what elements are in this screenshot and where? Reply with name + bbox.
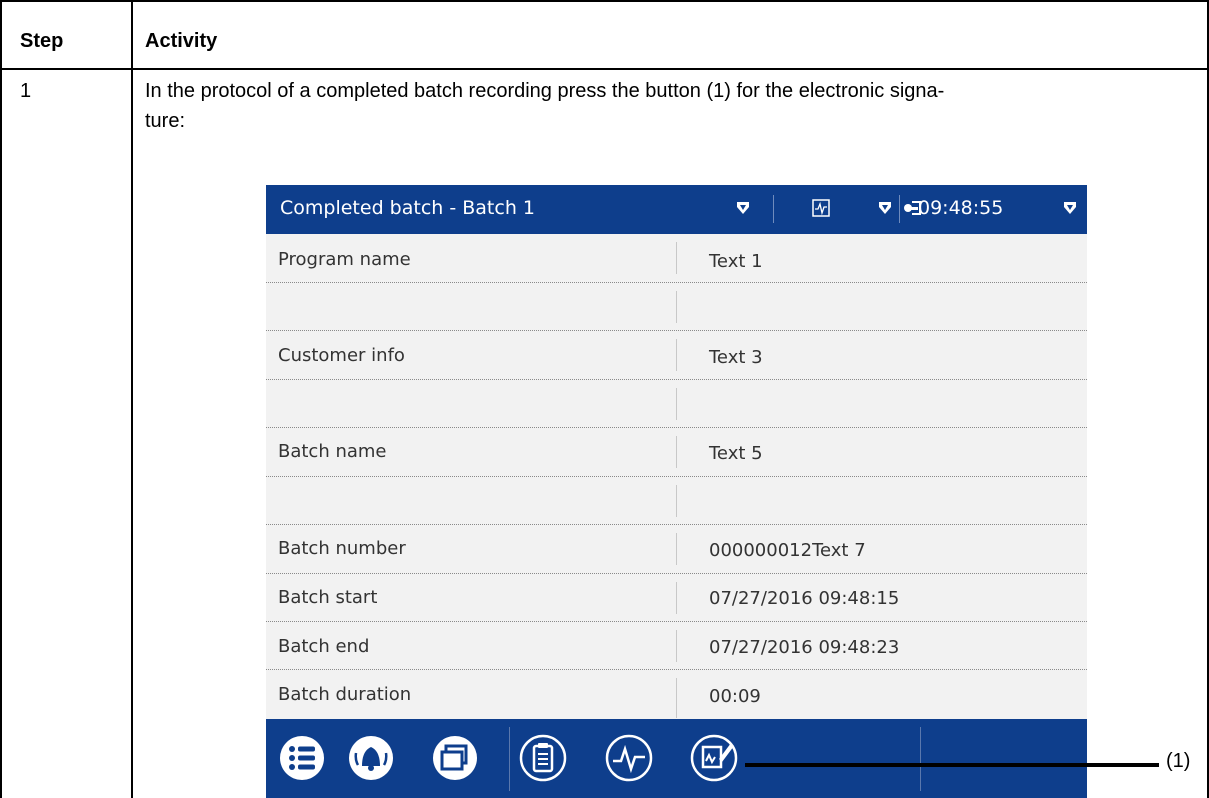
field-divider	[676, 242, 677, 274]
field-value: Text 5	[709, 443, 763, 464]
protocol-clipboard-icon[interactable]	[518, 733, 568, 783]
field-row	[266, 380, 1087, 428]
button-separator	[920, 727, 921, 791]
field-divider	[676, 436, 677, 468]
title-dropdown-icon[interactable]	[736, 201, 750, 215]
field-value: 07/27/2016 09:48:15	[709, 588, 900, 609]
field-row: Batch name Text 5	[266, 428, 1087, 477]
field-value: 00:09	[709, 686, 761, 707]
table-header-divider	[0, 68, 1209, 70]
field-divider	[676, 339, 677, 371]
field-divider	[676, 485, 677, 517]
screen-title: Completed batch - Batch 1	[280, 197, 535, 219]
step-number: 1	[20, 80, 32, 102]
activity-text-line1: In the protocol of a completed batch rec…	[145, 80, 945, 102]
field-row: Batch start 07/27/2016 09:48:15	[266, 574, 1087, 622]
field-label: Batch end	[278, 636, 370, 657]
field-label: Batch duration	[278, 684, 412, 705]
field-value: Text 1	[709, 251, 763, 272]
device-screenshot: Completed batch - Batch 1 09:48:55 Progr…	[266, 185, 1087, 798]
field-divider	[676, 630, 677, 662]
field-row	[266, 477, 1087, 525]
field-divider	[676, 582, 677, 614]
field-divider	[676, 291, 677, 323]
callout-label: (1)	[1166, 750, 1191, 772]
view-dropdown-icon[interactable]	[878, 201, 892, 215]
table-column-divider	[131, 0, 133, 798]
alarm-bell-icon[interactable]	[346, 733, 396, 783]
field-value: 07/27/2016 09:48:23	[709, 637, 900, 658]
header-step: Step	[20, 30, 64, 52]
windows-icon[interactable]	[430, 733, 480, 783]
signal-curve-icon[interactable]	[604, 733, 654, 783]
table-border-left	[0, 0, 2, 798]
table-border-top	[0, 0, 1209, 2]
clock: 09:48:55	[918, 197, 1004, 219]
field-divider	[676, 388, 677, 420]
field-label: Batch number	[278, 538, 406, 559]
title-separator	[773, 195, 774, 223]
field-row: Program name Text 1	[266, 234, 1087, 283]
field-value: 000000012Text 7	[709, 540, 866, 561]
header-activity: Activity	[145, 30, 218, 52]
field-label: Batch start	[278, 587, 378, 608]
title-bar: Completed batch - Batch 1 09:48:55	[266, 185, 1087, 234]
field-value: Text 3	[709, 347, 763, 368]
title-separator-2	[899, 195, 900, 223]
trend-view-icon[interactable]	[812, 199, 830, 217]
field-row: Batch number 000000012Text 7	[266, 525, 1087, 574]
clock-dropdown-icon[interactable]	[1063, 201, 1077, 215]
electronic-signature-icon[interactable]	[689, 733, 739, 783]
field-label: Customer info	[278, 345, 405, 366]
menu-icon[interactable]	[277, 733, 327, 783]
bottom-button-bar	[266, 719, 1087, 798]
activity-text-line2: ture:	[145, 110, 186, 132]
field-row	[266, 283, 1087, 331]
field-label: Program name	[278, 249, 411, 270]
field-row: Customer info Text 3	[266, 331, 1087, 380]
field-divider	[676, 533, 677, 565]
callout-line	[745, 763, 1159, 767]
field-divider	[676, 678, 677, 718]
field-row: Batch duration 00:09	[266, 670, 1087, 718]
field-label: Batch name	[278, 441, 387, 462]
field-row: Batch end 07/27/2016 09:48:23	[266, 622, 1087, 670]
button-separator	[509, 727, 510, 791]
